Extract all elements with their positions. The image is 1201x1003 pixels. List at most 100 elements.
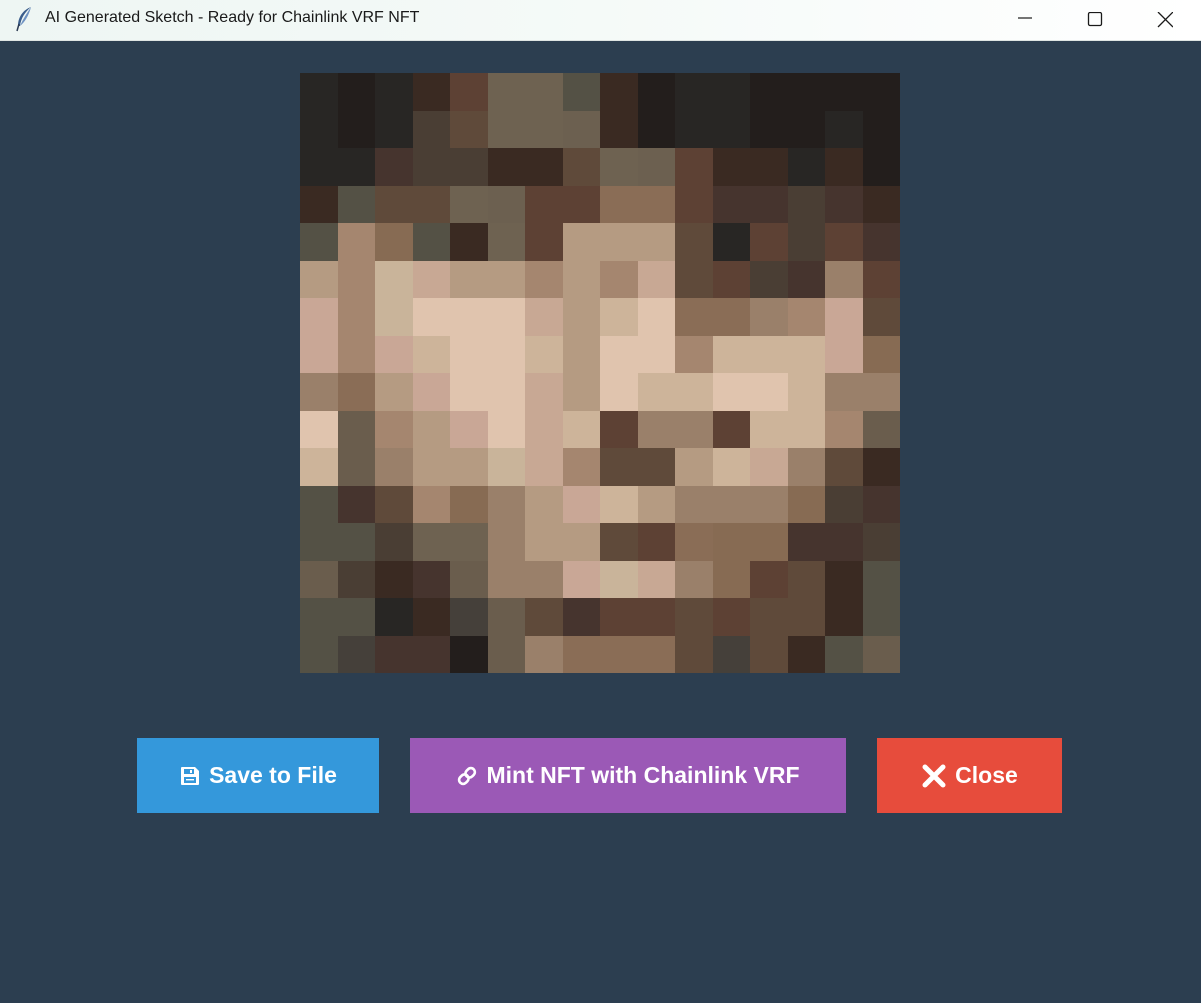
sketch-pixel [787,373,825,411]
maximize-button[interactable] [1060,0,1130,40]
sketch-pixel [787,110,825,148]
sketch-pixel [562,410,600,448]
sketch-pixel [375,73,413,111]
sketch-pixel [750,485,788,523]
sketch-pixel [600,485,638,523]
sketch-pixel [637,298,675,336]
sketch-pixel [487,110,525,148]
sketch-pixel [300,148,338,186]
sketch-pixel [300,260,338,298]
sketch-pixel [525,410,563,448]
sketch-pixel [712,260,750,298]
sketch-pixel [712,373,750,411]
sketch-pixel [562,185,600,223]
sketch-pixel [562,335,600,373]
sketch-pixel [525,185,563,223]
sketch-pixel [675,560,713,598]
sketch-pixel [375,598,413,636]
sketch-pixel [450,485,488,523]
sketch-pixel [637,448,675,486]
sketch-pixel [637,523,675,561]
sketch-pixel [675,523,713,561]
sketch-pixel [712,523,750,561]
sketch-pixel [300,73,338,111]
sketch-pixel [750,185,788,223]
sketch-pixel [375,560,413,598]
sketch-pixel [675,485,713,523]
sketch-pixel [712,73,750,111]
sketch-pixel [862,260,900,298]
sketch-pixel [712,298,750,336]
sketch-pixel [525,598,563,636]
sketch-pixel [300,598,338,636]
sketch-pixel [525,523,563,561]
close-window-button[interactable] [1130,0,1200,40]
save-to-file-button[interactable]: Save to File [137,738,379,813]
sketch-pixel [675,148,713,186]
sketch-pixel [562,73,600,111]
mint-nft-button[interactable]: Mint NFT with Chainlink VRF [410,738,846,813]
sketch-pixel [487,410,525,448]
sketch-pixel [337,185,375,223]
sketch-pixel [787,260,825,298]
sketch-pixel [375,185,413,223]
sketch-pixel [525,635,563,673]
sketch-pixel [412,185,450,223]
sketch-pixel [562,635,600,673]
sketch-pixel [862,73,900,111]
sketch-pixel [862,485,900,523]
sketch-pixel [675,598,713,636]
sketch-pixel [787,523,825,561]
sketch-pixel [750,598,788,636]
sketch-pixel [600,448,638,486]
sketch-pixel [375,335,413,373]
sketch-pixel [637,598,675,636]
sketch-pixel [450,185,488,223]
sketch-pixel [712,148,750,186]
mint-nft-label: Mint NFT with Chainlink VRF [486,762,800,788]
sketch-pixel [450,148,488,186]
sketch-pixel [600,560,638,598]
sketch-pixel [675,448,713,486]
close-button[interactable]: Close [877,738,1062,813]
sketch-pixel [675,110,713,148]
sketch-pixel [300,448,338,486]
sketch-pixel [562,485,600,523]
sketch-pixel [450,523,488,561]
sketch-pixel [825,298,863,336]
sketch-pixel [525,373,563,411]
sketch-pixel [300,373,338,411]
sketch-pixel [375,635,413,673]
sketch-pixel [525,485,563,523]
sketch-pixel [637,223,675,261]
sketch-pixel [862,185,900,223]
sketch-pixel [487,298,525,336]
sketch-pixel [375,148,413,186]
sketch-pixel [450,298,488,336]
sketch-pixel [300,185,338,223]
minimize-button[interactable] [990,0,1060,40]
sketch-pixel [712,223,750,261]
sketch-pixel [450,335,488,373]
sketch-pixel [637,148,675,186]
sketch-pixel [450,260,488,298]
sketch-pixel [337,223,375,261]
sketch-pixel [825,335,863,373]
sketch-pixel [862,635,900,673]
sketch-pixel [637,73,675,111]
sketch-pixel [600,373,638,411]
sketch-pixel [787,560,825,598]
sketch-pixel [562,523,600,561]
sketch-pixel [600,523,638,561]
sketch-pixel [600,148,638,186]
sketch-pixel [450,223,488,261]
sketch-pixel [750,373,788,411]
sketch-pixel [825,485,863,523]
sketch-pixel [825,635,863,673]
sketch-pixel [412,523,450,561]
sketch-pixel [750,335,788,373]
sketch-pixel [300,523,338,561]
sketch-pixel [750,148,788,186]
sketch-pixel [750,560,788,598]
sketch-pixel [825,110,863,148]
